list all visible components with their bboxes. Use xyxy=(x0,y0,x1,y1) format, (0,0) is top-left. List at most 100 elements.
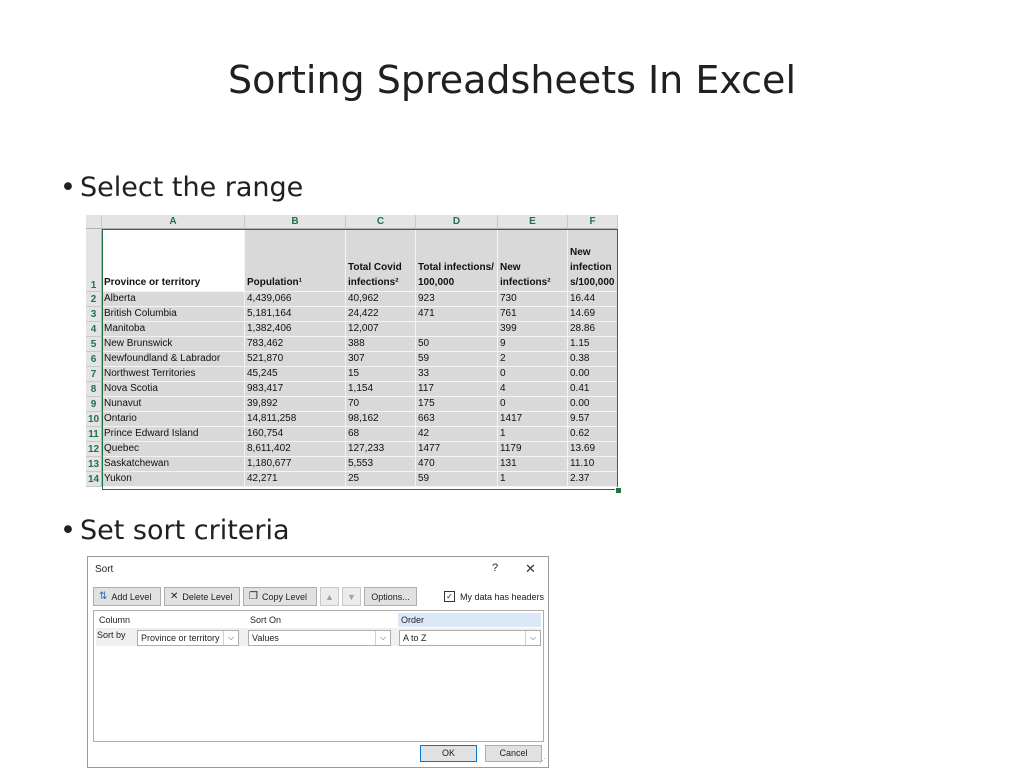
table-cell[interactable]: 127,233 xyxy=(346,442,416,457)
help-button[interactable]: ? xyxy=(492,562,498,574)
header-cell[interactable]: Population¹ xyxy=(245,229,346,292)
table-cell[interactable]: Yukon xyxy=(102,472,245,487)
row-header[interactable]: 11 xyxy=(86,427,102,442)
table-cell[interactable]: 1,154 xyxy=(346,382,416,397)
row-header[interactable]: 13 xyxy=(86,457,102,472)
table-cell[interactable]: 12,007 xyxy=(346,322,416,337)
table-cell[interactable]: 1477 xyxy=(416,442,498,457)
table-cell[interactable]: Nunavut xyxy=(102,397,245,412)
table-cell[interactable]: 175 xyxy=(416,397,498,412)
add-level-button[interactable]: ⇅ Add Level xyxy=(93,587,161,606)
table-cell[interactable]: 1,180,677 xyxy=(245,457,346,472)
table-cell[interactable]: 15 xyxy=(346,367,416,382)
table-cell[interactable]: 521,870 xyxy=(245,352,346,367)
row-header[interactable]: 2 xyxy=(86,292,102,307)
table-cell[interactable]: 50 xyxy=(416,337,498,352)
table-cell[interactable]: 923 xyxy=(416,292,498,307)
table-cell[interactable]: 0.62 xyxy=(568,427,618,442)
table-cell[interactable]: 5,181,164 xyxy=(245,307,346,322)
row-header[interactable]: 3 xyxy=(86,307,102,322)
table-cell[interactable]: Nova Scotia xyxy=(102,382,245,397)
table-cell[interactable]: 98,162 xyxy=(346,412,416,427)
table-cell[interactable]: Newfoundland & Labrador xyxy=(102,352,245,367)
table-cell[interactable]: 160,754 xyxy=(245,427,346,442)
table-cell[interactable]: 39,892 xyxy=(245,397,346,412)
table-cell[interactable]: 14,811,258 xyxy=(245,412,346,427)
copy-level-button[interactable]: ❐ Copy Level xyxy=(243,587,317,606)
table-cell[interactable]: 0 xyxy=(498,367,568,382)
table-cell[interactable]: 663 xyxy=(416,412,498,427)
table-cell[interactable]: 730 xyxy=(498,292,568,307)
table-cell[interactable]: 470 xyxy=(416,457,498,472)
column-header-b[interactable]: B xyxy=(245,215,346,229)
table-cell[interactable]: 24,422 xyxy=(346,307,416,322)
ok-button[interactable]: OK xyxy=(420,745,477,762)
select-all-corner[interactable] xyxy=(86,215,102,229)
table-cell[interactable]: Ontario xyxy=(102,412,245,427)
table-cell[interactable]: Manitoba xyxy=(102,322,245,337)
table-cell[interactable]: 1 xyxy=(498,472,568,487)
column-select[interactable]: Province or territory ⌵ xyxy=(137,630,239,646)
table-cell[interactable]: 16.44 xyxy=(568,292,618,307)
table-cell[interactable]: 0 xyxy=(498,397,568,412)
header-cell[interactable]: New infections² xyxy=(498,229,568,292)
table-cell[interactable]: 59 xyxy=(416,472,498,487)
row-header[interactable]: 6 xyxy=(86,352,102,367)
table-cell[interactable]: 13.69 xyxy=(568,442,618,457)
header-cell[interactable]: New infection s/100,000 xyxy=(568,229,618,292)
table-cell[interactable]: 0.00 xyxy=(568,397,618,412)
row-header[interactable]: 9 xyxy=(86,397,102,412)
table-cell[interactable]: 9.57 xyxy=(568,412,618,427)
table-cell[interactable]: 1179 xyxy=(498,442,568,457)
table-cell[interactable]: 117 xyxy=(416,382,498,397)
row-header[interactable]: 14 xyxy=(86,472,102,487)
row-header[interactable]: 7 xyxy=(86,367,102,382)
table-cell[interactable]: Prince Edward Island xyxy=(102,427,245,442)
table-cell[interactable]: 25 xyxy=(346,472,416,487)
table-cell[interactable]: 68 xyxy=(346,427,416,442)
table-cell[interactable]: 471 xyxy=(416,307,498,322)
header-cell[interactable]: Total infections/ 100,000 xyxy=(416,229,498,292)
table-cell[interactable]: 59 xyxy=(416,352,498,367)
column-header-d[interactable]: D xyxy=(416,215,498,229)
table-cell[interactable]: 783,462 xyxy=(245,337,346,352)
order-select[interactable]: A to Z ⌵ xyxy=(399,630,541,646)
table-cell[interactable]: 1,382,406 xyxy=(245,322,346,337)
fill-handle[interactable] xyxy=(615,487,622,494)
table-cell[interactable]: 40,962 xyxy=(346,292,416,307)
table-cell[interactable]: 8,611,402 xyxy=(245,442,346,457)
table-cell[interactable]: 70 xyxy=(346,397,416,412)
table-cell[interactable]: 42 xyxy=(416,427,498,442)
table-cell[interactable]: 983,417 xyxy=(245,382,346,397)
table-cell[interactable]: Alberta xyxy=(102,292,245,307)
table-cell[interactable]: British Columbia xyxy=(102,307,245,322)
table-cell[interactable] xyxy=(416,322,498,337)
table-cell[interactable]: 45,245 xyxy=(245,367,346,382)
table-cell[interactable]: 14.69 xyxy=(568,307,618,322)
table-cell[interactable]: 1.15 xyxy=(568,337,618,352)
header-cell[interactable]: Total Covid infections² xyxy=(346,229,416,292)
table-cell[interactable]: 5,553 xyxy=(346,457,416,472)
column-header-e[interactable]: E xyxy=(498,215,568,229)
table-cell[interactable]: 1417 xyxy=(498,412,568,427)
table-cell[interactable]: New Brunswick xyxy=(102,337,245,352)
table-cell[interactable]: 1 xyxy=(498,427,568,442)
resize-grip-icon[interactable]: ⋰ xyxy=(539,757,546,765)
table-cell[interactable]: 388 xyxy=(346,337,416,352)
table-cell[interactable]: 4,439,066 xyxy=(245,292,346,307)
row-header[interactable]: 10 xyxy=(86,412,102,427)
column-header-f[interactable]: F xyxy=(568,215,618,229)
table-cell[interactable]: 0.00 xyxy=(568,367,618,382)
sort-on-select[interactable]: Values ⌵ xyxy=(248,630,391,646)
table-cell[interactable]: 0.41 xyxy=(568,382,618,397)
table-cell[interactable]: 0.38 xyxy=(568,352,618,367)
table-cell[interactable]: 11.10 xyxy=(568,457,618,472)
row-header[interactable]: 8 xyxy=(86,382,102,397)
cancel-button[interactable]: Cancel xyxy=(485,745,542,762)
close-icon[interactable]: ✕ xyxy=(525,561,536,577)
table-cell[interactable]: 28.86 xyxy=(568,322,618,337)
move-up-button[interactable]: ▲ xyxy=(320,587,339,606)
table-cell[interactable]: 307 xyxy=(346,352,416,367)
my-data-has-headers-checkbox[interactable]: ✓ My data has headers xyxy=(444,591,544,602)
column-header-c[interactable]: C xyxy=(346,215,416,229)
